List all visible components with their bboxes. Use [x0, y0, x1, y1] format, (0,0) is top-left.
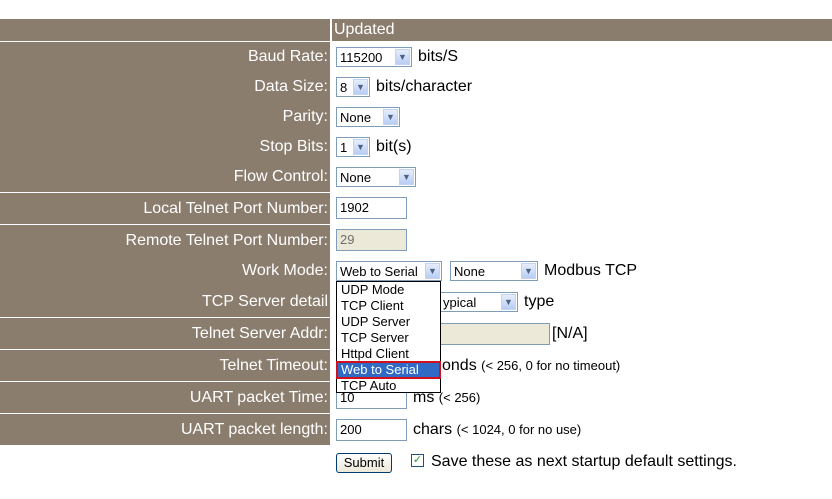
stop-bits-select[interactable]: 1 ▼ [336, 137, 370, 157]
timeout-unit-text: onds [442, 357, 477, 374]
uart-length-row: UART packet length: 200 chars (< 1024, 0… [0, 414, 832, 445]
stop-bits-value: 1 [340, 140, 348, 155]
remote-port-input: 29 [336, 229, 407, 251]
local-port-row: Local Telnet Port Number: 1902 [0, 193, 832, 224]
chevron-down-icon: ▼ [425, 263, 440, 279]
chevron-down-icon: ▼ [383, 109, 398, 125]
dropdown-item-tcp-client[interactable]: TCP Client [337, 298, 440, 314]
uart-length-hint: (< 1024, 0 for no use) [456, 422, 582, 437]
modbus-unit: Modbus TCP [544, 262, 638, 279]
stop-bits-row: Stop Bits: 1 ▼ bit(s) [0, 132, 832, 162]
tcp-detail-select[interactable]: ypical ▼ [440, 292, 518, 312]
chevron-down-icon: ▼ [399, 169, 414, 185]
baud-rate-value: 115200 [340, 50, 383, 65]
server-addr-unit: [N/A] [552, 325, 588, 342]
parity-value: None [340, 110, 372, 125]
remote-port-label: Remote Telnet Port Number: [0, 225, 330, 256]
dropdown-item-tcp-auto[interactable]: TCP Auto [337, 378, 440, 394]
chevron-down-icon: ▼ [353, 79, 368, 95]
work-mode-dropdown: UDP Mode TCP Client UDP Server TCP Serve… [336, 281, 441, 393]
chevron-down-icon: ▼ [521, 263, 536, 279]
server-addr-input [440, 323, 550, 345]
baud-rate-select[interactable]: 115200 ▼ [336, 47, 412, 67]
local-port-input[interactable]: 1902 [336, 197, 407, 219]
submit-button[interactable]: Submit [336, 453, 392, 473]
remote-port-row: Remote Telnet Port Number: 29 [0, 225, 832, 256]
server-addr-label: Telnet Server Addr: [0, 318, 330, 349]
modbus-value: None [454, 264, 486, 279]
status-text: Updated [332, 19, 832, 41]
baud-rate-label: Baud Rate: [0, 42, 330, 72]
data-size-label: Data Size: [0, 72, 330, 102]
chevron-down-icon: ▼ [395, 49, 410, 65]
uart-length-label: UART packet length: [0, 414, 330, 445]
parity-select[interactable]: None ▼ [336, 107, 400, 127]
chevron-down-icon: ▼ [353, 139, 368, 155]
uart-time-label: UART packet Time: [0, 382, 330, 413]
uart-length-unit: chars (< 1024, 0 for no use) [413, 420, 581, 440]
tcp-detail-value: ypical [443, 295, 477, 310]
flow-control-select[interactable]: None ▼ [336, 167, 416, 187]
data-size-value: 8 [340, 80, 348, 95]
flow-control-value: None [340, 170, 372, 185]
data-size-row: Data Size: 8 ▼ bits/character [0, 72, 832, 102]
baud-rate-row: Baud Rate: 115200 ▼ bits/S [0, 42, 832, 72]
tcp-detail-label: TCP Server detail [0, 286, 330, 317]
uart-time-hint: (< 256) [438, 390, 481, 405]
dropdown-item-udp-mode[interactable]: UDP Mode [337, 282, 440, 298]
flow-control-row: Flow Control: None ▼ [0, 162, 832, 192]
work-mode-value: Web to Serial [340, 264, 418, 279]
stop-bits-label: Stop Bits: [0, 132, 330, 162]
uart-length-unit-text: chars [413, 421, 453, 438]
data-unit: bits/character [376, 78, 473, 95]
stop-unit: bit(s) [376, 138, 412, 155]
local-port-label: Local Telnet Port Number: [0, 193, 330, 224]
header-blank [0, 19, 330, 41]
work-mode-select[interactable]: Web to Serial ▼ [336, 261, 442, 281]
uart-length-input[interactable]: 200 [336, 419, 407, 441]
timeout-label: Telnet Timeout: [0, 350, 330, 381]
dropdown-item-web-to-serial[interactable]: Web to Serial [336, 361, 441, 379]
save-default-label: Save these as next startup default setti… [431, 453, 737, 470]
parity-label: Parity: [0, 102, 330, 132]
save-default-checkbox[interactable]: ✓ [411, 454, 424, 467]
timeout-unit: onds (< 256, 0 for no timeout) [442, 356, 620, 376]
modbus-select[interactable]: None ▼ [450, 261, 538, 281]
flow-control-label: Flow Control: [0, 162, 330, 192]
dropdown-item-udp-server[interactable]: UDP Server [337, 314, 440, 330]
checkmark-icon: ✓ [412, 454, 423, 466]
dropdown-item-httpd-client[interactable]: Httpd Client [337, 346, 440, 362]
data-size-select[interactable]: 8 ▼ [336, 77, 370, 97]
baud-unit: bits/S [418, 48, 459, 65]
chevron-down-icon: ▼ [501, 294, 516, 310]
work-mode-label: Work Mode: [0, 256, 330, 286]
tcp-detail-unit: type [524, 293, 555, 310]
timeout-hint: (< 256, 0 for no timeout) [481, 358, 621, 373]
parity-row: Parity: None ▼ [0, 102, 832, 132]
dropdown-item-tcp-server[interactable]: TCP Server [337, 330, 440, 346]
